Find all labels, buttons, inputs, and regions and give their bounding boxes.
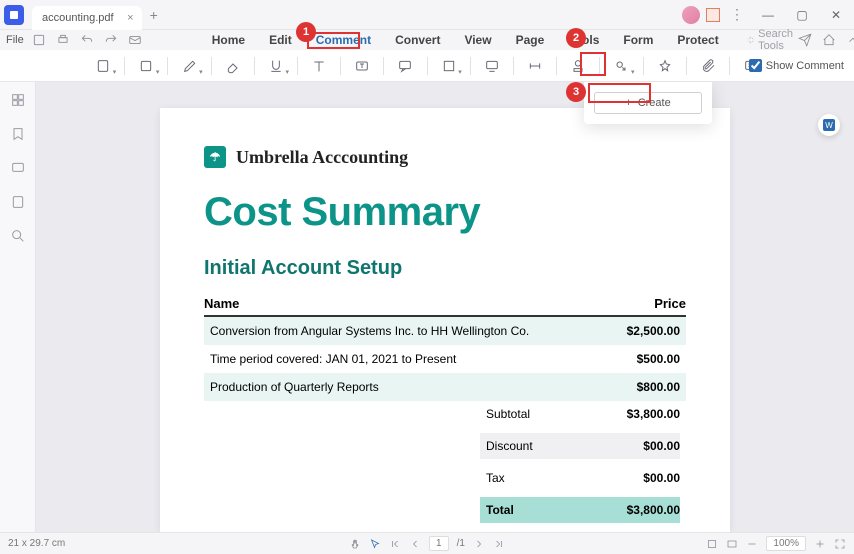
tab-comment[interactable]: Comment [306, 30, 381, 50]
statusbar: 21 x 29.7 cm 1 /1 100% [0, 532, 854, 554]
add-tab-button[interactable]: + [150, 7, 158, 23]
menubar: File Home Edit Comment Convert View Page… [0, 30, 854, 50]
show-comment-label: Show Comment [766, 60, 844, 72]
next-page-icon[interactable] [473, 538, 485, 550]
brand-name: Umbrella Acccounting [236, 147, 408, 168]
first-page-icon[interactable] [389, 538, 401, 550]
undo-icon[interactable] [80, 33, 94, 47]
save-icon[interactable] [32, 33, 46, 47]
signature-tool[interactable]: ▾ [608, 54, 634, 78]
underline-tool[interactable]: ▾ [263, 54, 289, 78]
document-title: Cost Summary [204, 190, 686, 235]
cost-table: Name Price Conversion from Angular Syste… [204, 292, 686, 529]
note-tool[interactable]: ▾ [90, 54, 116, 78]
mail-icon[interactable] [128, 33, 142, 47]
pencil-tool[interactable]: ▾ [176, 54, 202, 78]
prev-page-icon[interactable] [409, 538, 421, 550]
hand-tool-icon[interactable] [349, 538, 361, 550]
stamp-popup: + Create [584, 82, 712, 124]
send-icon[interactable] [798, 33, 812, 47]
app-icon [4, 5, 24, 25]
page-total: /1 [457, 538, 465, 549]
bookmark-icon[interactable] [10, 126, 26, 142]
highlight-tool[interactable]: ▾ [133, 54, 159, 78]
user-avatar[interactable] [682, 6, 700, 24]
page-dimensions: 21 x 29.7 cm [8, 538, 65, 549]
page-number-input[interactable]: 1 [429, 536, 449, 551]
home-icon[interactable] [822, 33, 836, 47]
tab-convert[interactable]: Convert [385, 30, 450, 50]
plus-icon: + [625, 97, 631, 109]
textbox-tool[interactable] [349, 54, 375, 78]
table-row: Time period covered: JAN 01, 2021 to Pre… [204, 345, 686, 373]
select-tool-icon[interactable] [369, 538, 381, 550]
show-comment-checkbox[interactable] [749, 59, 762, 72]
body-area: ☂ Umbrella Acccounting Cost Summary Init… [0, 82, 854, 532]
left-sidebar [0, 82, 36, 532]
fit-page-icon[interactable] [726, 538, 738, 550]
shape-tool[interactable]: ▾ [436, 54, 462, 78]
section-heading: Initial Account Setup [204, 257, 686, 280]
callout-1: 1 [296, 22, 316, 42]
tab-protect[interactable]: Protect [667, 30, 728, 50]
redo-icon[interactable] [104, 33, 118, 47]
fullscreen-icon[interactable] [834, 538, 846, 550]
measure-tool[interactable] [522, 54, 548, 78]
sparkle-icon [747, 34, 754, 46]
maximize-button[interactable]: ▢ [788, 1, 816, 29]
attachment-tool[interactable] [695, 54, 721, 78]
thumbnails-icon[interactable] [10, 92, 26, 108]
document-page: ☂ Umbrella Acccounting Cost Summary Init… [160, 108, 730, 532]
callout-tool[interactable] [392, 54, 418, 78]
last-page-icon[interactable] [493, 538, 505, 550]
text-tool[interactable] [306, 54, 332, 78]
area-highlight-tool[interactable] [479, 54, 505, 78]
floating-badge[interactable]: W [818, 114, 840, 136]
search-placeholder: Search Tools [758, 28, 797, 52]
attachments-panel-icon[interactable] [10, 194, 26, 210]
close-button[interactable]: ✕ [822, 1, 850, 29]
fit-width-icon[interactable] [706, 538, 718, 550]
document-tab[interactable]: accounting.pdf × [32, 6, 142, 30]
titlebar: accounting.pdf × + ⋮ — ▢ ✕ [0, 0, 854, 30]
comments-panel-icon[interactable] [10, 160, 26, 176]
zoom-out-icon[interactable] [746, 538, 758, 550]
notification-icon[interactable] [706, 8, 720, 22]
minimize-button[interactable]: — [754, 1, 782, 29]
close-tab-icon[interactable]: × [127, 12, 133, 24]
column-name: Name [204, 296, 586, 311]
brand-logo: ☂ [204, 146, 226, 168]
quick-access-toolbar [32, 33, 142, 47]
file-menu[interactable]: File [6, 34, 24, 46]
create-label: Create [638, 97, 671, 109]
tab-title: accounting.pdf [42, 12, 114, 24]
comment-toolbar: ▾ ▾ ▾ ▾ ▾ ▾ Show Comment [0, 50, 854, 82]
search-icon[interactable] [10, 228, 26, 244]
stamp-create-tool[interactable] [651, 54, 677, 78]
table-row: Production of Quarterly Reports $800.00 [204, 373, 686, 401]
tab-view[interactable]: View [454, 30, 501, 50]
table-row: Conversion from Angular Systems Inc. to … [204, 317, 686, 345]
tab-form[interactable]: Form [613, 30, 663, 50]
print-icon[interactable] [56, 33, 70, 47]
eraser-tool[interactable] [220, 54, 246, 78]
chevron-up-icon[interactable] [846, 33, 854, 47]
create-button[interactable]: + Create [594, 92, 702, 114]
search-tools[interactable]: Search Tools [747, 28, 798, 52]
zoom-level[interactable]: 100% [766, 536, 806, 551]
callout-3: 3 [566, 82, 586, 102]
document-canvas[interactable]: ☂ Umbrella Acccounting Cost Summary Init… [36, 82, 854, 532]
stamp-tool[interactable] [565, 54, 591, 78]
tab-page[interactable]: Page [506, 30, 555, 50]
more-icon[interactable]: ⋮ [726, 6, 748, 23]
tab-home[interactable]: Home [202, 30, 255, 50]
callout-2: 2 [566, 28, 586, 48]
show-comment-toggle[interactable]: Show Comment [749, 59, 844, 72]
column-price: Price [586, 296, 686, 311]
zoom-in-icon[interactable] [814, 538, 826, 550]
